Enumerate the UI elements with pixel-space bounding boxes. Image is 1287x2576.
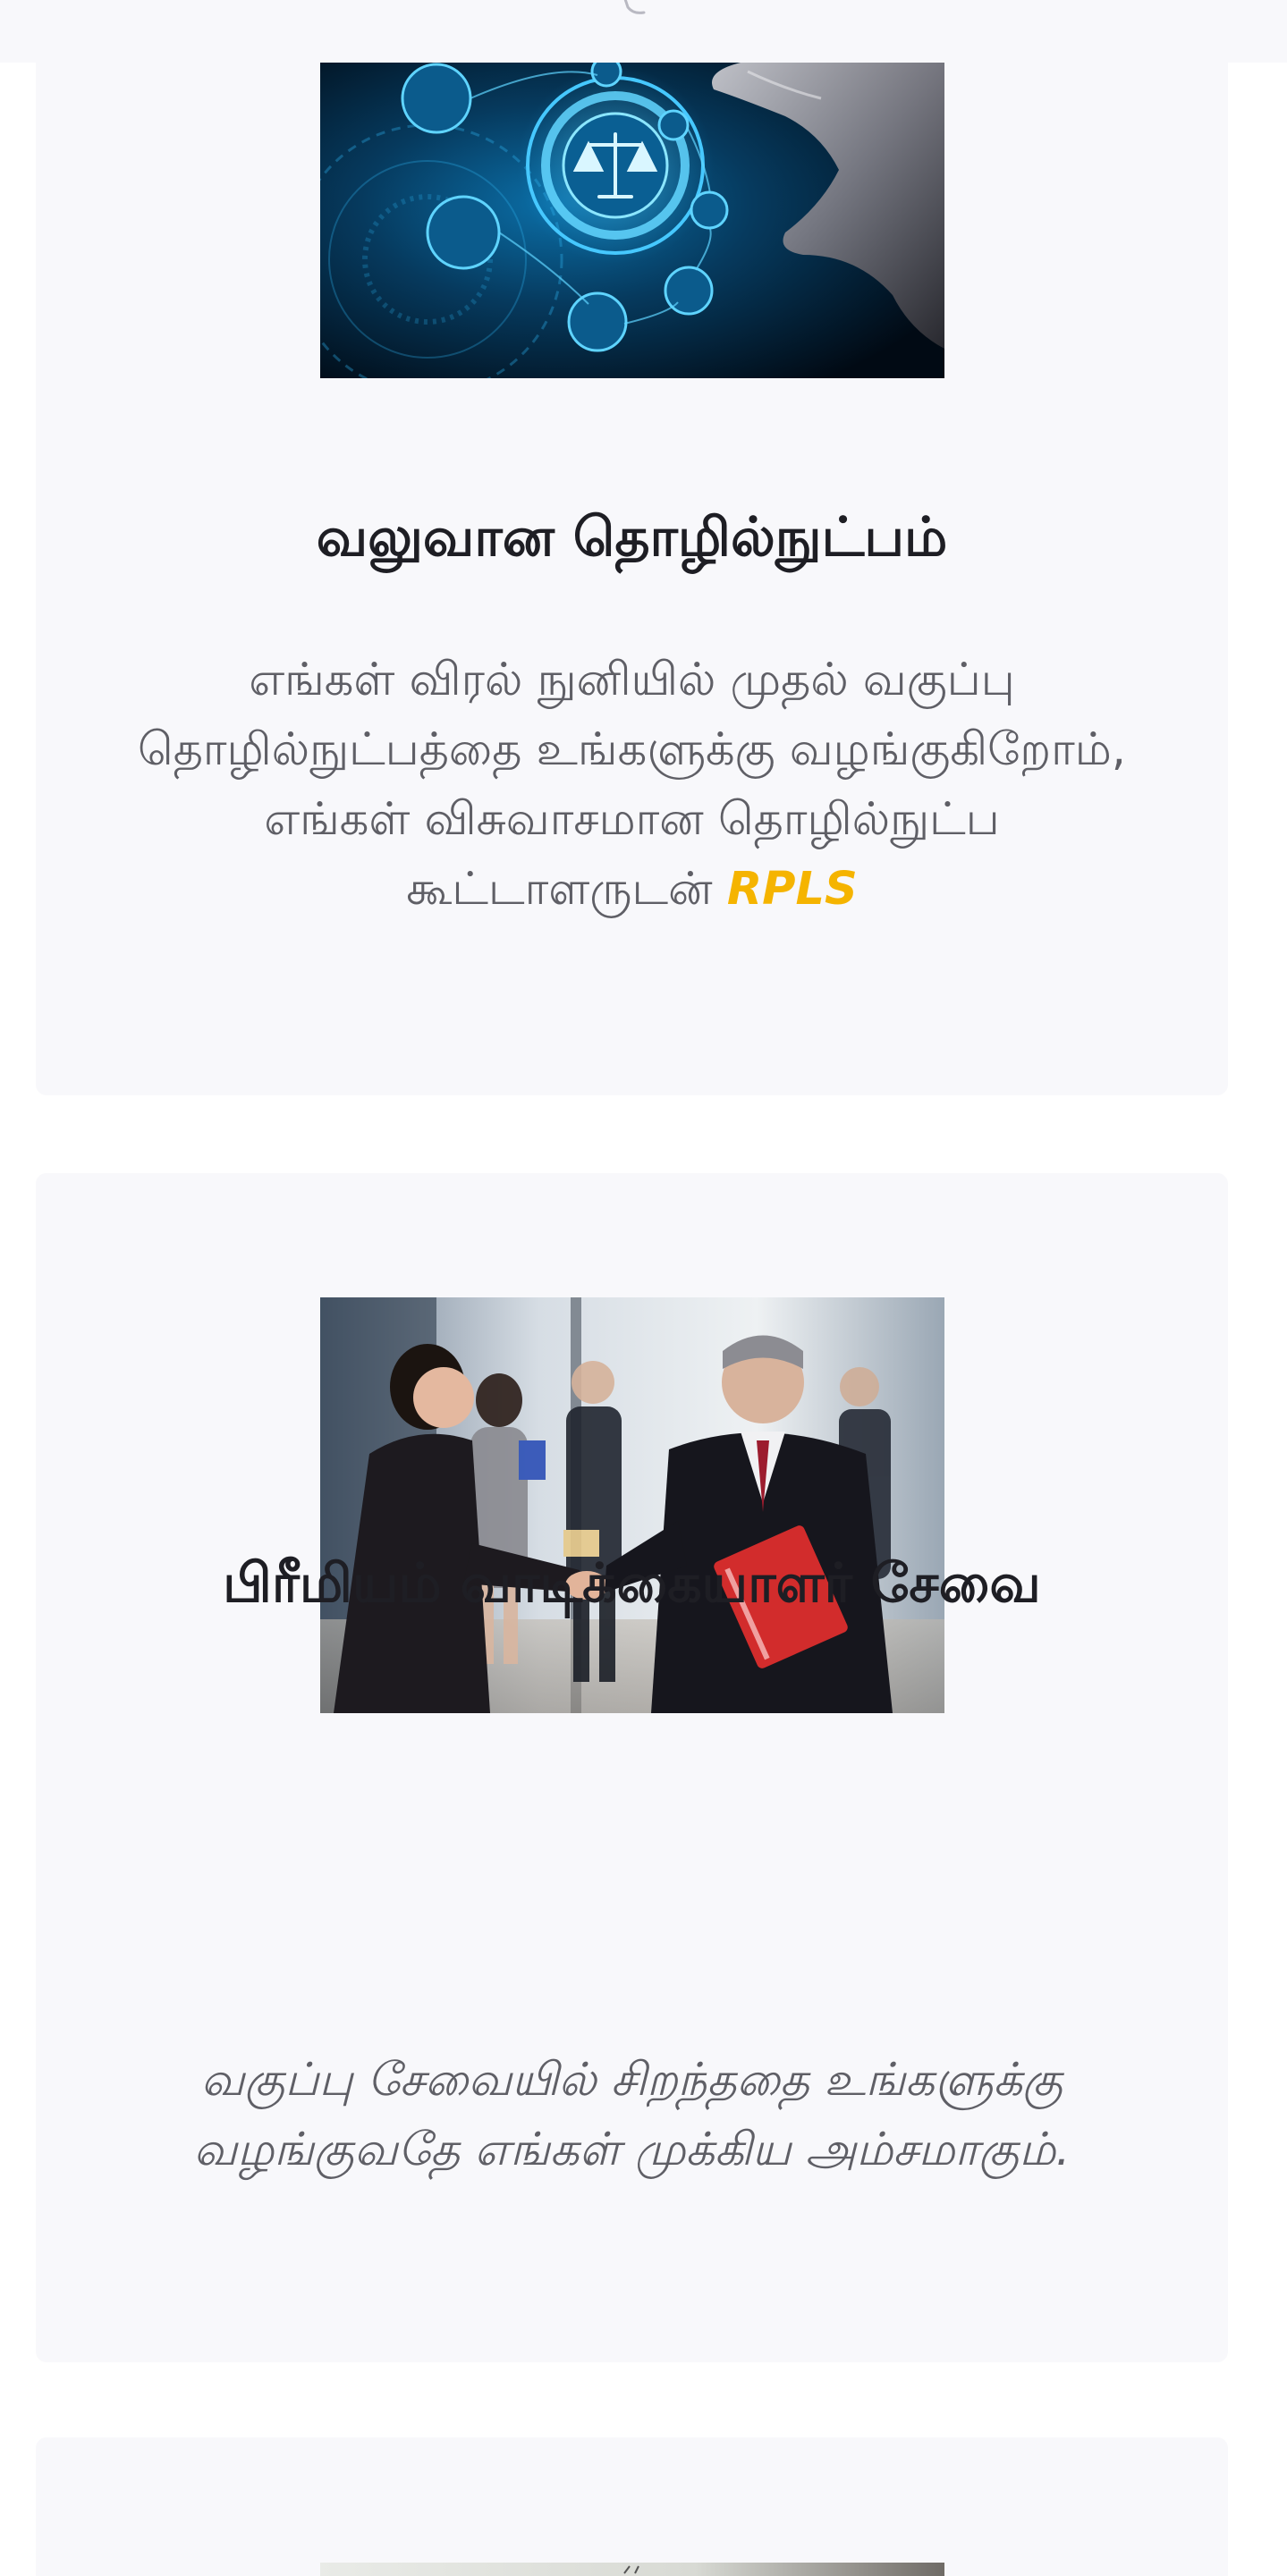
legal-technology-image (320, 63, 944, 378)
card-title: வலுவான தொழில்நுட்பம் (316, 506, 948, 569)
card-description-text: எங்கள் விரல் நுனியில் முதல் வகுப்பு தொழி… (138, 654, 1126, 916)
page: வலுவான தொழில்நுட்பம் எங்கள் விரல் நுனியி… (0, 0, 1287, 2576)
feature-card-service: பிரீமியம் வாடிக்கையாளர் சேவை வகுப்பு சேவ… (36, 1173, 1228, 2362)
card-description: எங்கள் விரல் நுனியில் முதல் வகுப்பு தொழி… (116, 646, 1147, 925)
scales-icon (623, 0, 646, 14)
lawyer-handshake-image (320, 1297, 944, 1713)
feature-card-technology: வலுவான தொழில்நுட்பம் எங்கள் விரல் நுனியி… (36, 36, 1228, 1095)
card-title-text: பிரீமியம் வாடிக்கையாளர் சேவை (223, 1552, 1041, 1615)
top-bar (0, 0, 1287, 63)
brand-link[interactable]: RPLS (727, 863, 858, 916)
next-card-image (320, 2563, 944, 2576)
card-title: பிரீமியம் வாடிக்கையாளர் சேவை (36, 1551, 1228, 1616)
card-description: வகுப்பு சேவையில் சிறந்ததை உங்களுக்கு வழங… (193, 2054, 1071, 2176)
feature-card-next (36, 2437, 1228, 2576)
